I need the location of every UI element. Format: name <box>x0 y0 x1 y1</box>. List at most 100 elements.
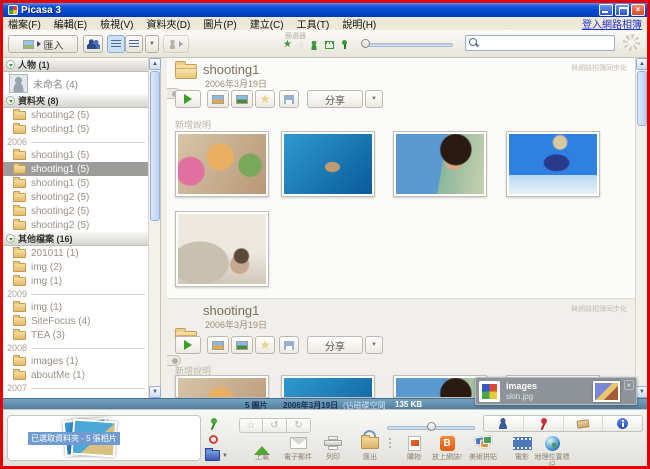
scroll-down-icon[interactable]: ▼ <box>149 386 161 398</box>
sidebar-item-folder[interactable]: aboutMe (1) <box>3 368 149 382</box>
photo-thumbnail[interactable] <box>175 131 269 197</box>
title-bar[interactable]: Picasa 3 × <box>3 3 647 17</box>
filter-faces-icon[interactable] <box>310 41 318 50</box>
filter-uploaded-icon[interactable]: ↑ <box>299 41 304 50</box>
places-panel-button[interactable] <box>524 416 564 431</box>
hold-selection-pin-button[interactable] <box>207 417 219 431</box>
save-button[interactable] <box>279 90 299 108</box>
date-filter-slider-track[interactable] <box>363 43 453 47</box>
slideshow-play-button[interactable] <box>175 90 201 108</box>
people-view-button[interactable] <box>83 35 103 53</box>
filter-movies-icon[interactable] <box>325 41 334 49</box>
sidebar-item-folder[interactable]: TEA (3) <box>3 328 149 342</box>
menu-create[interactable]: 建立(C) <box>250 16 284 31</box>
minimize-button[interactable] <box>599 4 613 16</box>
web-albums-signin-link[interactable]: 登入網路相簿 <box>582 16 642 31</box>
timeline-button[interactable] <box>207 90 229 108</box>
sidebar-item-person[interactable]: 未命名 (4) <box>3 72 149 94</box>
movie-button[interactable] <box>231 336 253 354</box>
menu-file[interactable]: 檔案(F) <box>8 16 41 31</box>
sidebar-item-folder[interactable]: shooting1 (5) <box>3 122 149 136</box>
date-filter-slider-handle[interactable] <box>361 39 370 48</box>
star-toggle-button[interactable]: ☆ <box>239 418 263 433</box>
filter-starred-icon[interactable]: ★ <box>283 40 292 50</box>
sidebar-item-folder-selected[interactable]: shooting1 (5) <box>3 162 149 176</box>
save-button[interactable] <box>279 336 299 354</box>
sidebar-item-folder[interactable]: shooting2 (5) <box>3 218 149 232</box>
share-button[interactable]: 分享 <box>307 336 363 354</box>
menu-tools[interactable]: 工具(T) <box>297 16 330 31</box>
sidebar-item-folder[interactable]: 201011 (1) <box>3 246 149 260</box>
scroll-down-icon[interactable]: ▼ <box>636 386 648 398</box>
add-to-album-button[interactable] <box>205 450 220 461</box>
star-button[interactable]: ★ <box>255 90 275 108</box>
slideshow-play-button[interactable] <box>175 336 201 354</box>
clear-selection-button[interactable] <box>209 435 218 444</box>
share-dropdown[interactable]: ▼ <box>365 336 383 354</box>
close-button[interactable]: × <box>631 4 645 16</box>
sidebar-item-folder[interactable]: images (1) <box>3 354 149 368</box>
popup-thumbnail[interactable] <box>593 381 620 402</box>
album-dropdown-icon[interactable]: ▼ <box>222 453 228 459</box>
photo-thumbnail[interactable] <box>281 131 375 197</box>
rotate-left-button[interactable]: ↺ <box>263 418 287 433</box>
sidebar-item-folder[interactable]: SiteFocus (4) <box>3 314 149 328</box>
star-button[interactable]: ★ <box>255 336 275 354</box>
sidebar-scrollbar[interactable]: ▲ ▼ <box>148 58 160 398</box>
geotag-button[interactable]: 地理位置標記 <box>532 432 572 469</box>
sidebar-header-other-files[interactable]: 其他檔案 (16) <box>3 232 149 246</box>
rotate-right-button[interactable]: ↻ <box>287 418 311 433</box>
view-options-dropdown[interactable]: ▼ <box>145 35 159 53</box>
menu-picture[interactable]: 圖片(P) <box>203 16 236 31</box>
sidebar-item-folder[interactable]: shooting2 (5) <box>3 190 149 204</box>
menu-help[interactable]: 說明(H) <box>342 16 376 31</box>
sidebar-item-folder[interactable]: img (1) <box>3 274 149 288</box>
menu-folder[interactable]: 資料夾(D) <box>146 16 190 31</box>
scroll-up-icon[interactable]: ▲ <box>149 58 161 70</box>
filter-geotagged-icon[interactable] <box>341 40 348 50</box>
share-button[interactable]: 分享 <box>307 90 363 108</box>
sidebar-item-folder[interactable]: shooting2 (5) <box>3 108 149 122</box>
collapse-icon[interactable] <box>6 96 15 105</box>
menu-view[interactable]: 檢視(V) <box>100 16 133 31</box>
sidebar-item-folder[interactable]: shooting2 (5) <box>3 204 149 218</box>
sidebar-header-people[interactable]: 人物 (1) <box>3 58 149 72</box>
blog-this-button[interactable]: B 放上網誌! <box>429 432 465 462</box>
upload-button[interactable]: 上載 <box>244 432 280 462</box>
maximize-button[interactable] <box>615 4 629 16</box>
share-dropdown[interactable]: ▼ <box>365 90 383 108</box>
photo-thumbnail[interactable] <box>506 131 600 197</box>
menu-edit[interactable]: 編輯(E) <box>54 16 87 31</box>
import-notification-popup[interactable]: images skin.jpg × <box>475 377 637 405</box>
email-button[interactable]: 電子郵件 <box>280 432 316 462</box>
zoom-slider-handle[interactable] <box>427 422 436 431</box>
tree-view-button[interactable] <box>125 35 143 53</box>
collapse-icon[interactable] <box>6 60 15 69</box>
scrollbar-thumb[interactable] <box>150 71 160 221</box>
sidebar-item-folder[interactable]: shooting1 (5) <box>3 176 149 190</box>
tags-panel-button[interactable] <box>564 416 604 431</box>
section-title[interactable]: shooting1 <box>203 62 259 77</box>
slideshow-button-disabled[interactable] <box>163 35 189 53</box>
popup-close-icon[interactable]: × <box>624 380 634 390</box>
scroll-up-icon[interactable]: ▲ <box>636 58 648 70</box>
photo-thumbnail[interactable] <box>175 375 269 398</box>
timeline-button[interactable] <box>207 336 229 354</box>
collapse-icon[interactable] <box>6 234 15 243</box>
sidebar-item-folder[interactable]: img (1) <box>3 300 149 314</box>
movie-button[interactable] <box>231 90 253 108</box>
content-scrollbar[interactable]: ▲ ▼ <box>635 58 647 398</box>
export-button[interactable]: 匯出 <box>352 432 388 462</box>
section-title[interactable]: shooting1 <box>203 303 259 318</box>
flat-view-button[interactable] <box>107 35 125 53</box>
sidebar-item-folder[interactable]: img (2) <box>3 260 149 274</box>
photo-tray[interactable]: 已選取資料夾 - 5 張相片 <box>7 415 201 461</box>
scrollbar-thumb[interactable] <box>637 71 647 126</box>
people-panel-button[interactable] <box>484 416 524 431</box>
sidebar-header-folders[interactable]: 資料夾 (8) <box>3 94 149 108</box>
caption-placeholder[interactable]: 新增說明 <box>175 118 211 131</box>
photo-thumbnail[interactable] <box>175 211 269 287</box>
print-button[interactable]: 列印 <box>315 432 351 462</box>
shop-button[interactable]: 購物 <box>396 432 432 462</box>
import-button[interactable]: 匯入 <box>8 35 78 53</box>
